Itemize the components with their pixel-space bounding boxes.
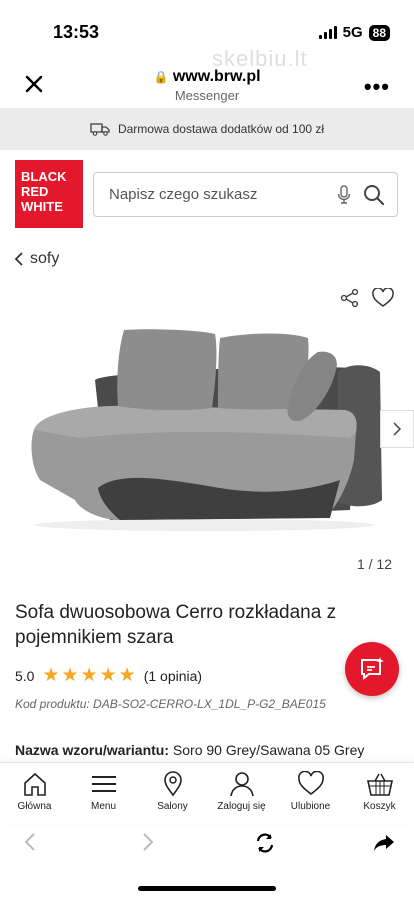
nav-cart[interactable]: Koszyk: [347, 771, 413, 824]
promo-banner[interactable]: Darmowa dostawa dodatków od 100 zł: [0, 108, 414, 150]
breadcrumb-label: sofy: [30, 250, 60, 267]
search-placeholder: Napisz czego szukasz: [109, 186, 258, 203]
home-indicator: [138, 886, 276, 891]
microphone-icon[interactable]: [337, 185, 351, 205]
search-icon[interactable]: [363, 184, 385, 206]
nav-menu[interactable]: Menu: [71, 771, 137, 824]
truck-icon: [90, 123, 110, 136]
star-icon: ★: [99, 665, 117, 686]
logo-line: WHITE: [21, 199, 63, 214]
heart-icon: [297, 771, 324, 796]
forward-icon[interactable]: [140, 832, 156, 852]
battery-icon: 88: [368, 24, 390, 41]
logo-line: BLACK: [21, 169, 67, 184]
share-forward-icon[interactable]: [372, 832, 396, 854]
chat-button[interactable]: [345, 642, 399, 696]
variant-label: Nazwa wzoru/wariantu:: [15, 742, 170, 758]
url-bar[interactable]: 🔒 www.brw.pl: [0, 68, 414, 86]
bottom-nav: Główna Menu Salony Zaloguj się Ulubione …: [0, 762, 414, 824]
basket-icon: [366, 773, 393, 796]
menu-icon: [91, 776, 116, 792]
product-variant: Nazwa wzoru/wariantu: Soro 90 Grey/Sawan…: [15, 742, 364, 758]
nav-label: Ulubione: [290, 801, 331, 812]
chevron-right-icon: [393, 422, 402, 436]
product-rating[interactable]: 5.0 ★ ★ ★ ★ ★ (1 opinia): [15, 665, 202, 686]
variant-value: Soro 90 Grey/Sawana 05 Grey: [172, 742, 365, 758]
signal-icon: [318, 26, 337, 39]
url-text: www.brw.pl: [172, 68, 261, 85]
home-icon: [23, 772, 46, 796]
promo-text: Darmowa dostawa dodatków od 100 zł: [117, 122, 325, 136]
chevron-left-icon: [14, 252, 23, 266]
reload-icon[interactable]: [254, 832, 276, 854]
nav-home[interactable]: Główna: [2, 771, 68, 824]
product-title: Sofa dwuosobowa Cerro rozkładana z pojem…: [15, 602, 337, 648]
star-icon: ★: [118, 665, 136, 686]
lock-icon: 🔒: [153, 70, 169, 84]
status-time: 13:53: [53, 22, 100, 42]
nav-login[interactable]: Zaloguj się: [209, 771, 275, 824]
gallery-counter: 1 / 12: [356, 556, 392, 572]
review-count[interactable]: (1 opinia): [144, 668, 202, 684]
product-code: Kod produktu: DAB-SO2-CERRO-LX_1DL_P-G2_…: [15, 697, 326, 711]
share-icon[interactable]: [340, 288, 360, 308]
nav-label: Koszyk: [363, 801, 396, 812]
nav-stores[interactable]: Salony: [140, 771, 206, 824]
star-icon: ★: [61, 665, 79, 686]
logo-line: RED: [21, 184, 49, 199]
more-icon[interactable]: •••: [364, 74, 390, 100]
location-icon: [163, 771, 182, 797]
rating-stars: ★ ★ ★ ★ ★: [42, 665, 136, 686]
star-icon: ★: [42, 665, 60, 686]
product-image[interactable]: [20, 320, 390, 540]
nav-label: Menu: [90, 801, 116, 812]
back-icon[interactable]: [22, 832, 38, 852]
user-icon: [229, 772, 254, 797]
search-input[interactable]: Napisz czego szukasz: [93, 172, 398, 217]
nav-label: Główna: [17, 801, 52, 812]
network-label: 5G: [342, 24, 363, 41]
rating-value: 5.0: [15, 668, 35, 684]
nav-favorites[interactable]: Ulubione: [278, 771, 344, 824]
chat-icon: [361, 657, 384, 681]
heart-icon[interactable]: [372, 288, 394, 308]
star-icon: ★: [80, 665, 98, 686]
breadcrumb[interactable]: sofy: [14, 250, 59, 268]
browser-source: Messenger: [174, 88, 240, 103]
gallery-next-button[interactable]: [380, 410, 414, 448]
nav-label: Zaloguj się: [217, 801, 266, 812]
brand-logo[interactable]: BLACK RED WHITE: [15, 160, 83, 228]
status-indicators: 5G 88: [318, 24, 390, 41]
nav-label: Salony: [157, 801, 188, 812]
browser-toolbar: [0, 826, 414, 866]
